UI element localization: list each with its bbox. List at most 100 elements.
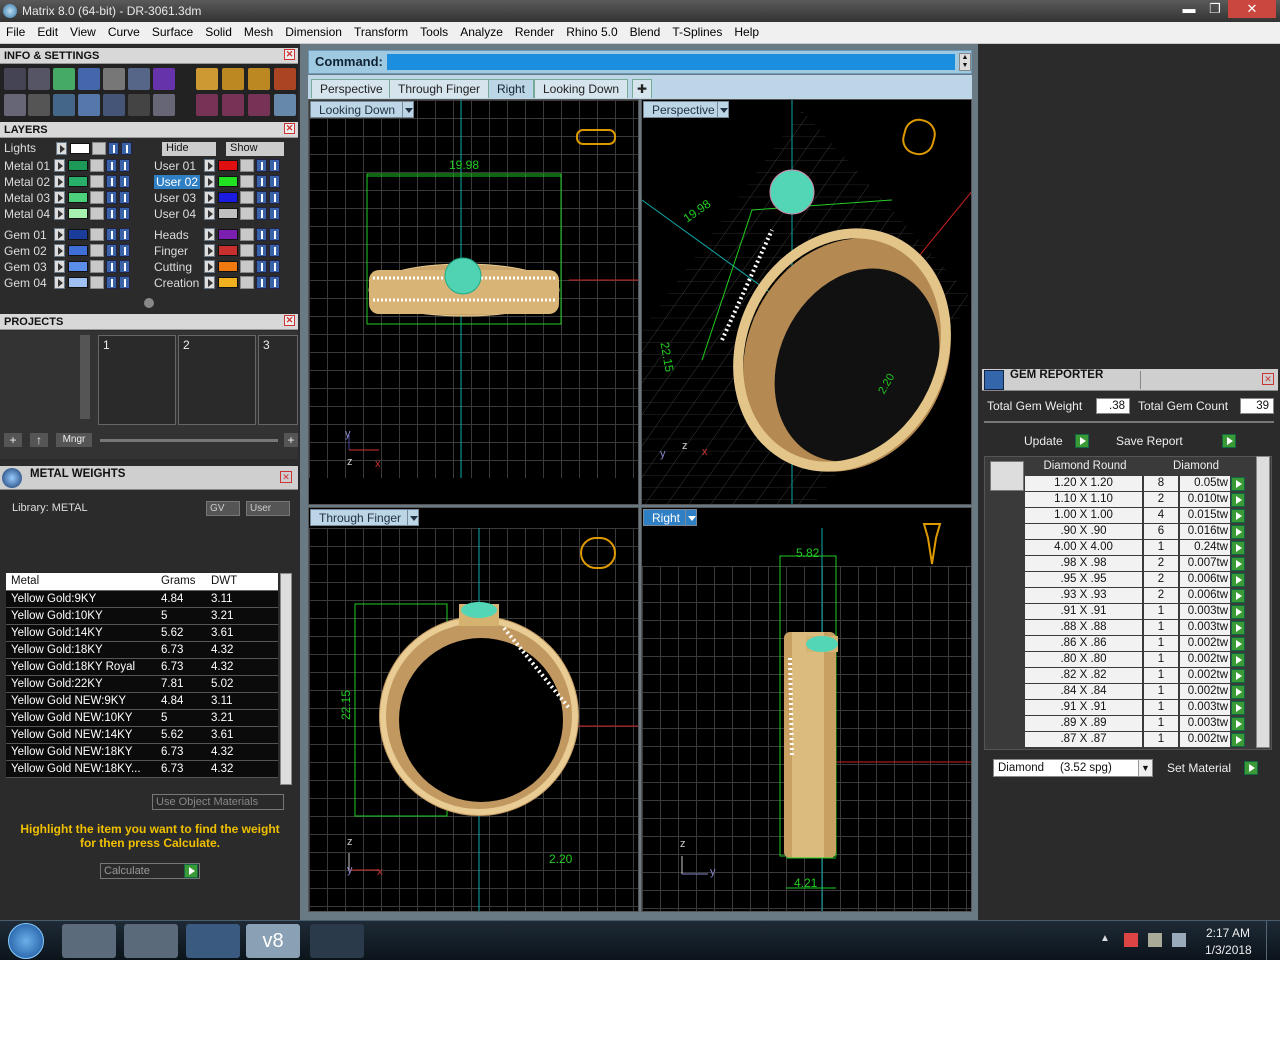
menu-curve[interactable]: Curve — [102, 22, 146, 39]
gem-row-go-icon[interactable] — [1231, 493, 1245, 507]
layer-color-swatch[interactable] — [218, 192, 238, 203]
lock-icon[interactable] — [90, 276, 104, 289]
gem-row[interactable]: .84 X .84 1 0.002tw — [1025, 684, 1247, 700]
visibility-icon[interactable] — [269, 175, 280, 188]
gem-row-go-icon[interactable] — [1231, 669, 1245, 683]
start-button[interactable] — [8, 923, 44, 959]
visibility-icon[interactable] — [119, 276, 130, 289]
projects-scrollbar[interactable] — [80, 335, 90, 419]
lock-icon[interactable] — [90, 244, 104, 257]
minimize-button[interactable]: ▬ — [1176, 0, 1202, 18]
restore-button[interactable]: ❐ — [1202, 0, 1228, 18]
gem-row-go-icon[interactable] — [1231, 509, 1245, 523]
visibility-icon[interactable] — [119, 228, 130, 241]
tab-through-finger[interactable]: Through Finger — [389, 79, 490, 98]
up-project-button[interactable]: ↑ — [30, 433, 48, 447]
menu-tools[interactable]: Tools — [414, 22, 454, 39]
show-desktop-button[interactable] — [1266, 921, 1280, 960]
menu-rhino[interactable]: Rhino 5.0 — [560, 22, 623, 39]
save-report-button[interactable]: Save Report — [1116, 434, 1183, 450]
layer-play-button[interactable] — [54, 175, 65, 188]
gem-row[interactable]: .91 X .91 1 0.003tw — [1025, 604, 1247, 620]
menu-edit[interactable]: Edit — [31, 22, 64, 39]
visibility-icon[interactable] — [256, 244, 267, 257]
layer-play-button[interactable] — [204, 207, 215, 220]
project-slider[interactable] — [100, 439, 278, 442]
layer-color-swatch[interactable] — [68, 160, 88, 171]
gem-row[interactable]: .80 X .80 1 0.002tw — [1025, 652, 1247, 668]
gumball-icon[interactable] — [274, 94, 296, 116]
visibility-icon[interactable] — [119, 159, 130, 172]
layer-row[interactable]: Gem 03 — [0, 259, 140, 275]
gem-row[interactable]: 1.00 X 1.00 4 0.015tw — [1025, 508, 1247, 524]
visibility-icon[interactable] — [269, 207, 280, 220]
gem-row[interactable]: .91 X .91 1 0.003tw — [1025, 700, 1247, 716]
menu-transform[interactable]: Transform — [348, 22, 414, 39]
lock-icon[interactable] — [90, 228, 104, 241]
visibility-icon[interactable] — [108, 142, 119, 155]
layer-row[interactable]: User 03 — [150, 190, 290, 206]
close-button[interactable]: ✕ — [1228, 0, 1276, 18]
layer-color-swatch[interactable] — [218, 176, 238, 187]
project-slot-2[interactable]: 2 — [178, 335, 256, 425]
layer-play-button[interactable] — [204, 276, 215, 289]
gem-row-go-icon[interactable] — [1231, 589, 1245, 603]
layer-color-swatch[interactable] — [68, 245, 88, 256]
gem-row-go-icon[interactable] — [1231, 685, 1245, 699]
layer-play-button[interactable] — [54, 244, 65, 257]
visibility-icon[interactable] — [256, 260, 267, 273]
box-icon[interactable] — [53, 94, 75, 116]
layer-color-swatch[interactable] — [68, 261, 88, 272]
gem-row-go-icon[interactable] — [1231, 653, 1245, 667]
file-explorer-icon[interactable] — [62, 924, 116, 958]
lock-icon[interactable] — [240, 191, 254, 204]
lock-icon[interactable] — [92, 142, 106, 155]
monitor-icon[interactable] — [28, 94, 50, 116]
viewport-right[interactable]: Right 5.82 4.21 z y — [641, 507, 972, 912]
layer-play-button[interactable] — [204, 175, 215, 188]
visibility-icon[interactable] — [256, 191, 267, 204]
visibility-icon[interactable] — [119, 175, 130, 188]
visibility-icon[interactable] — [121, 142, 132, 155]
hide-button[interactable]: Hide — [162, 142, 216, 156]
visibility-icon[interactable] — [106, 207, 117, 220]
visibility-icon[interactable] — [106, 260, 117, 273]
layer-play-button[interactable] — [54, 276, 65, 289]
add-tab-icon[interactable]: ✚ — [632, 79, 653, 98]
table-row[interactable]: Yellow Gold:14KY 5.62 3.61 — [6, 625, 278, 642]
layer-row[interactable]: Gem 02 — [0, 243, 140, 259]
collapse-icon[interactable] — [144, 298, 154, 308]
lock-icon[interactable] — [90, 175, 104, 188]
layer-row[interactable]: Creation — [150, 275, 290, 291]
document-icon[interactable] — [103, 68, 125, 90]
project-slot-1[interactable]: 1 — [98, 335, 176, 425]
save-report-go-icon[interactable] — [1222, 434, 1236, 448]
gem-row-go-icon[interactable] — [1231, 573, 1245, 587]
viewport-menu-icon[interactable] — [407, 509, 419, 526]
visibility-icon[interactable] — [256, 276, 267, 289]
layer-color-swatch[interactable] — [218, 261, 238, 272]
edit-icon[interactable] — [128, 68, 150, 90]
layer-play-button[interactable] — [204, 228, 215, 241]
filter-icon[interactable] — [103, 94, 125, 116]
visibility-icon[interactable] — [269, 260, 280, 273]
gem-list-scrollbar[interactable] — [1256, 456, 1270, 748]
tab-perspective[interactable]: Perspective — [311, 79, 392, 98]
layer-row[interactable]: Metal 04 — [0, 206, 140, 222]
menu-blend[interactable]: Blend — [624, 22, 667, 39]
tab-looking-down[interactable]: Looking Down — [534, 79, 629, 98]
layer-row[interactable]: User 04 — [150, 206, 290, 222]
viewport-icon[interactable] — [222, 68, 244, 90]
menu-surface[interactable]: Surface — [146, 22, 199, 39]
viewport-menu-icon[interactable] — [685, 509, 697, 526]
layer-color-swatch[interactable] — [68, 277, 88, 288]
layer-row[interactable]: Gem 04 — [0, 275, 140, 291]
media-player-icon[interactable] — [124, 924, 178, 958]
gem-row-go-icon[interactable] — [1231, 605, 1245, 619]
layer-play-button[interactable] — [54, 159, 65, 172]
viewport-looking-down[interactable]: Looking Down 19.98 y z x — [308, 99, 639, 505]
close-icon[interactable]: ✕ — [1262, 373, 1274, 385]
calculate-go-icon[interactable] — [184, 864, 198, 878]
layer-play-button[interactable] — [204, 159, 215, 172]
lights-play-button[interactable] — [56, 142, 67, 155]
